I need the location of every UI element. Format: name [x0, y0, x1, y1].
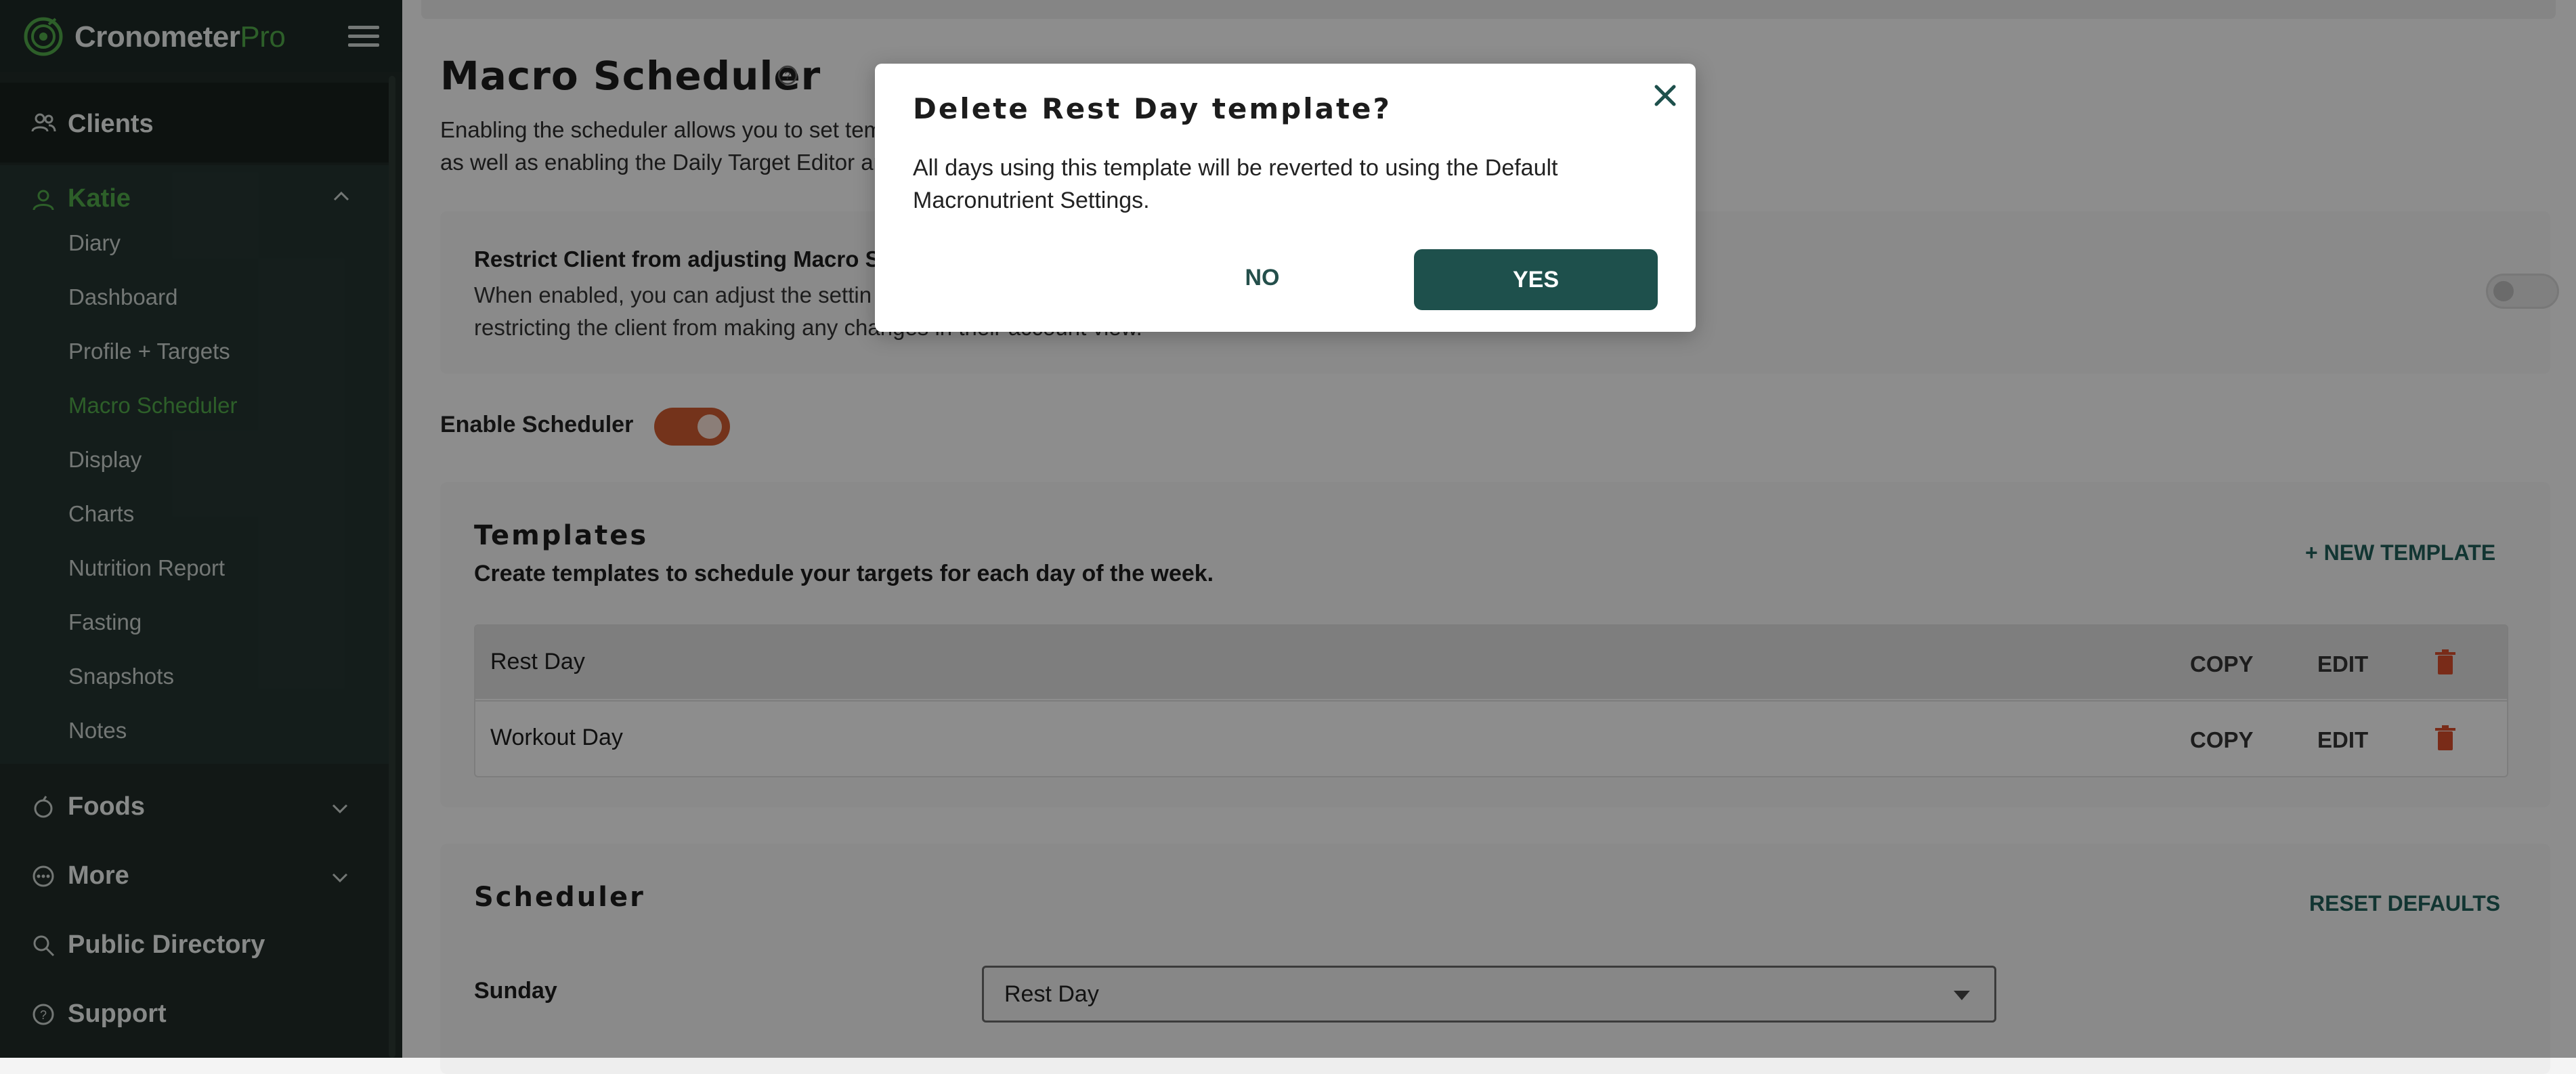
dialog-title: Delete Rest Day template? — [913, 92, 1392, 125]
close-icon[interactable] — [1647, 77, 1683, 114]
no-button[interactable]: NO — [1203, 248, 1322, 307]
dialog-body: All days using this template will be rev… — [913, 155, 1558, 213]
delete-template-dialog: Delete Rest Day template? All days using… — [875, 64, 1696, 332]
yes-button[interactable]: YES — [1414, 249, 1658, 310]
